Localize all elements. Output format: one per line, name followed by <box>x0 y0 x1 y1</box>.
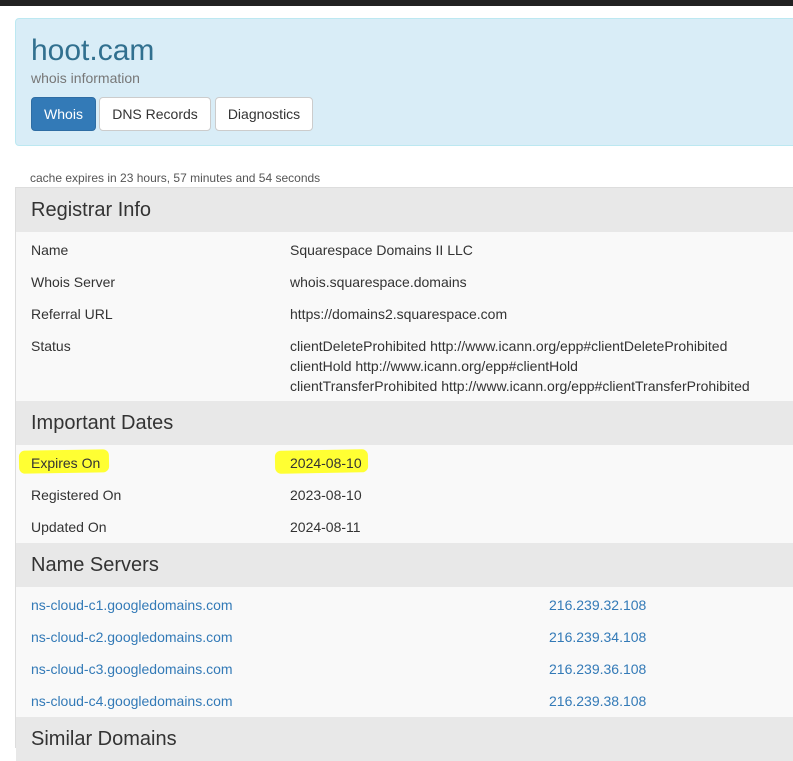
expires-on-value: 2024-08-10 <box>290 455 362 471</box>
expires-on-label: Expires On <box>31 455 101 471</box>
name-server-link[interactable]: ns-cloud-c1.googledomains.com <box>31 595 233 615</box>
domain-header: hoot.cam whois information Whois DNS Rec… <box>15 18 793 146</box>
page-subtitle: whois information <box>31 70 140 86</box>
name-server-ip-link[interactable]: 216.239.36.108 <box>549 659 646 679</box>
whois-server-value: whois.squarespace.domains <box>290 274 467 290</box>
name-server-ip-link[interactable]: 216.239.34.108 <box>549 627 646 647</box>
updated-on-value: 2024-08-11 <box>290 519 361 535</box>
top-bar <box>0 0 793 6</box>
tab-dns-records[interactable]: DNS Records <box>99 97 211 131</box>
whois-server-label: Whois Server <box>31 274 116 290</box>
section-heading-registrar: Registrar Info <box>16 188 793 232</box>
whois-panel: Registrar Info Name Squarespace Domains … <box>15 187 793 761</box>
name-server-ip-link[interactable]: 216.239.32.108 <box>549 595 646 615</box>
referral-url-value: https://domains2.squarespace.com <box>290 306 508 322</box>
referral-url-label: Referral URL <box>31 306 113 322</box>
name-server-link[interactable]: ns-cloud-c4.googledomains.com <box>31 691 233 711</box>
cache-expiry-note: cache expires in 23 hours, 57 minutes an… <box>30 171 321 185</box>
updated-on-label: Updated On <box>31 519 107 535</box>
status-value-3: clientTransferProhibited http://www.ican… <box>290 378 750 394</box>
status-label: Status <box>31 338 71 354</box>
status-value-1: clientDeleteProhibited http://www.icann.… <box>290 338 728 354</box>
registered-on-value: 2023-08-10 <box>290 487 362 503</box>
registrar-name-value: Squarespace Domains II LLC <box>290 242 473 258</box>
registrar-name-label: Name <box>31 242 69 258</box>
section-heading-similar-domains: Similar Domains <box>16 717 793 761</box>
name-server-link[interactable]: ns-cloud-c3.googledomains.com <box>31 659 233 679</box>
page-title: hoot.cam <box>31 34 155 67</box>
tab-diagnostics[interactable]: Diagnostics <box>215 97 313 131</box>
name-server-ip-link[interactable]: 216.239.38.108 <box>549 691 646 711</box>
status-value-2: clientHold http://www.icann.org/epp#clie… <box>290 358 578 374</box>
tab-whois[interactable]: Whois <box>31 97 96 131</box>
section-heading-name-servers: Name Servers <box>16 543 793 587</box>
name-server-link[interactable]: ns-cloud-c2.googledomains.com <box>31 627 233 647</box>
registered-on-label: Registered On <box>31 487 122 503</box>
section-heading-dates: Important Dates <box>16 401 793 445</box>
